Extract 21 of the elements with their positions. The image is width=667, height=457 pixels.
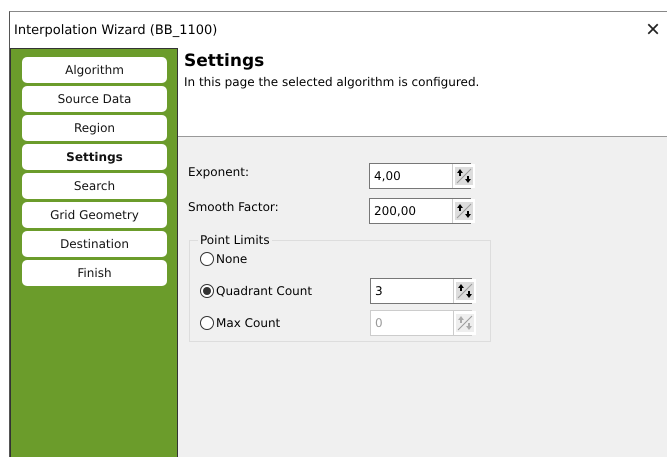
radio-option[interactable]: None [200,252,370,266]
field-label: Exponent: [188,165,250,179]
spin-arrows-icon [455,202,473,220]
step-item[interactable]: Settings [22,144,167,170]
step-item[interactable]: Algorithm [22,57,167,83]
spin-arrows-icon [456,282,474,300]
step-item[interactable]: Source Data [22,86,167,112]
close-button[interactable]: × [638,14,667,46]
group-title: Point Limits [199,233,271,247]
step-item[interactable]: Destination [22,231,167,257]
step-item[interactable]: Grid Geometry [22,202,167,228]
page-description: In this page the selected algorithm is configured. [184,75,480,89]
spin-arrows-icon [455,167,473,185]
step-item[interactable]: Finish [22,260,167,286]
field-label: Smooth Factor: [188,200,280,214]
window-title: Interpolation Wizard (BB_1100) [14,22,218,38]
page-title: Settings [184,51,266,71]
step-item[interactable]: Region [22,115,167,141]
radio-option[interactable]: Quadrant Count [200,284,370,298]
step-item[interactable]: Search [22,173,167,199]
spin-arrows-icon [456,314,474,332]
